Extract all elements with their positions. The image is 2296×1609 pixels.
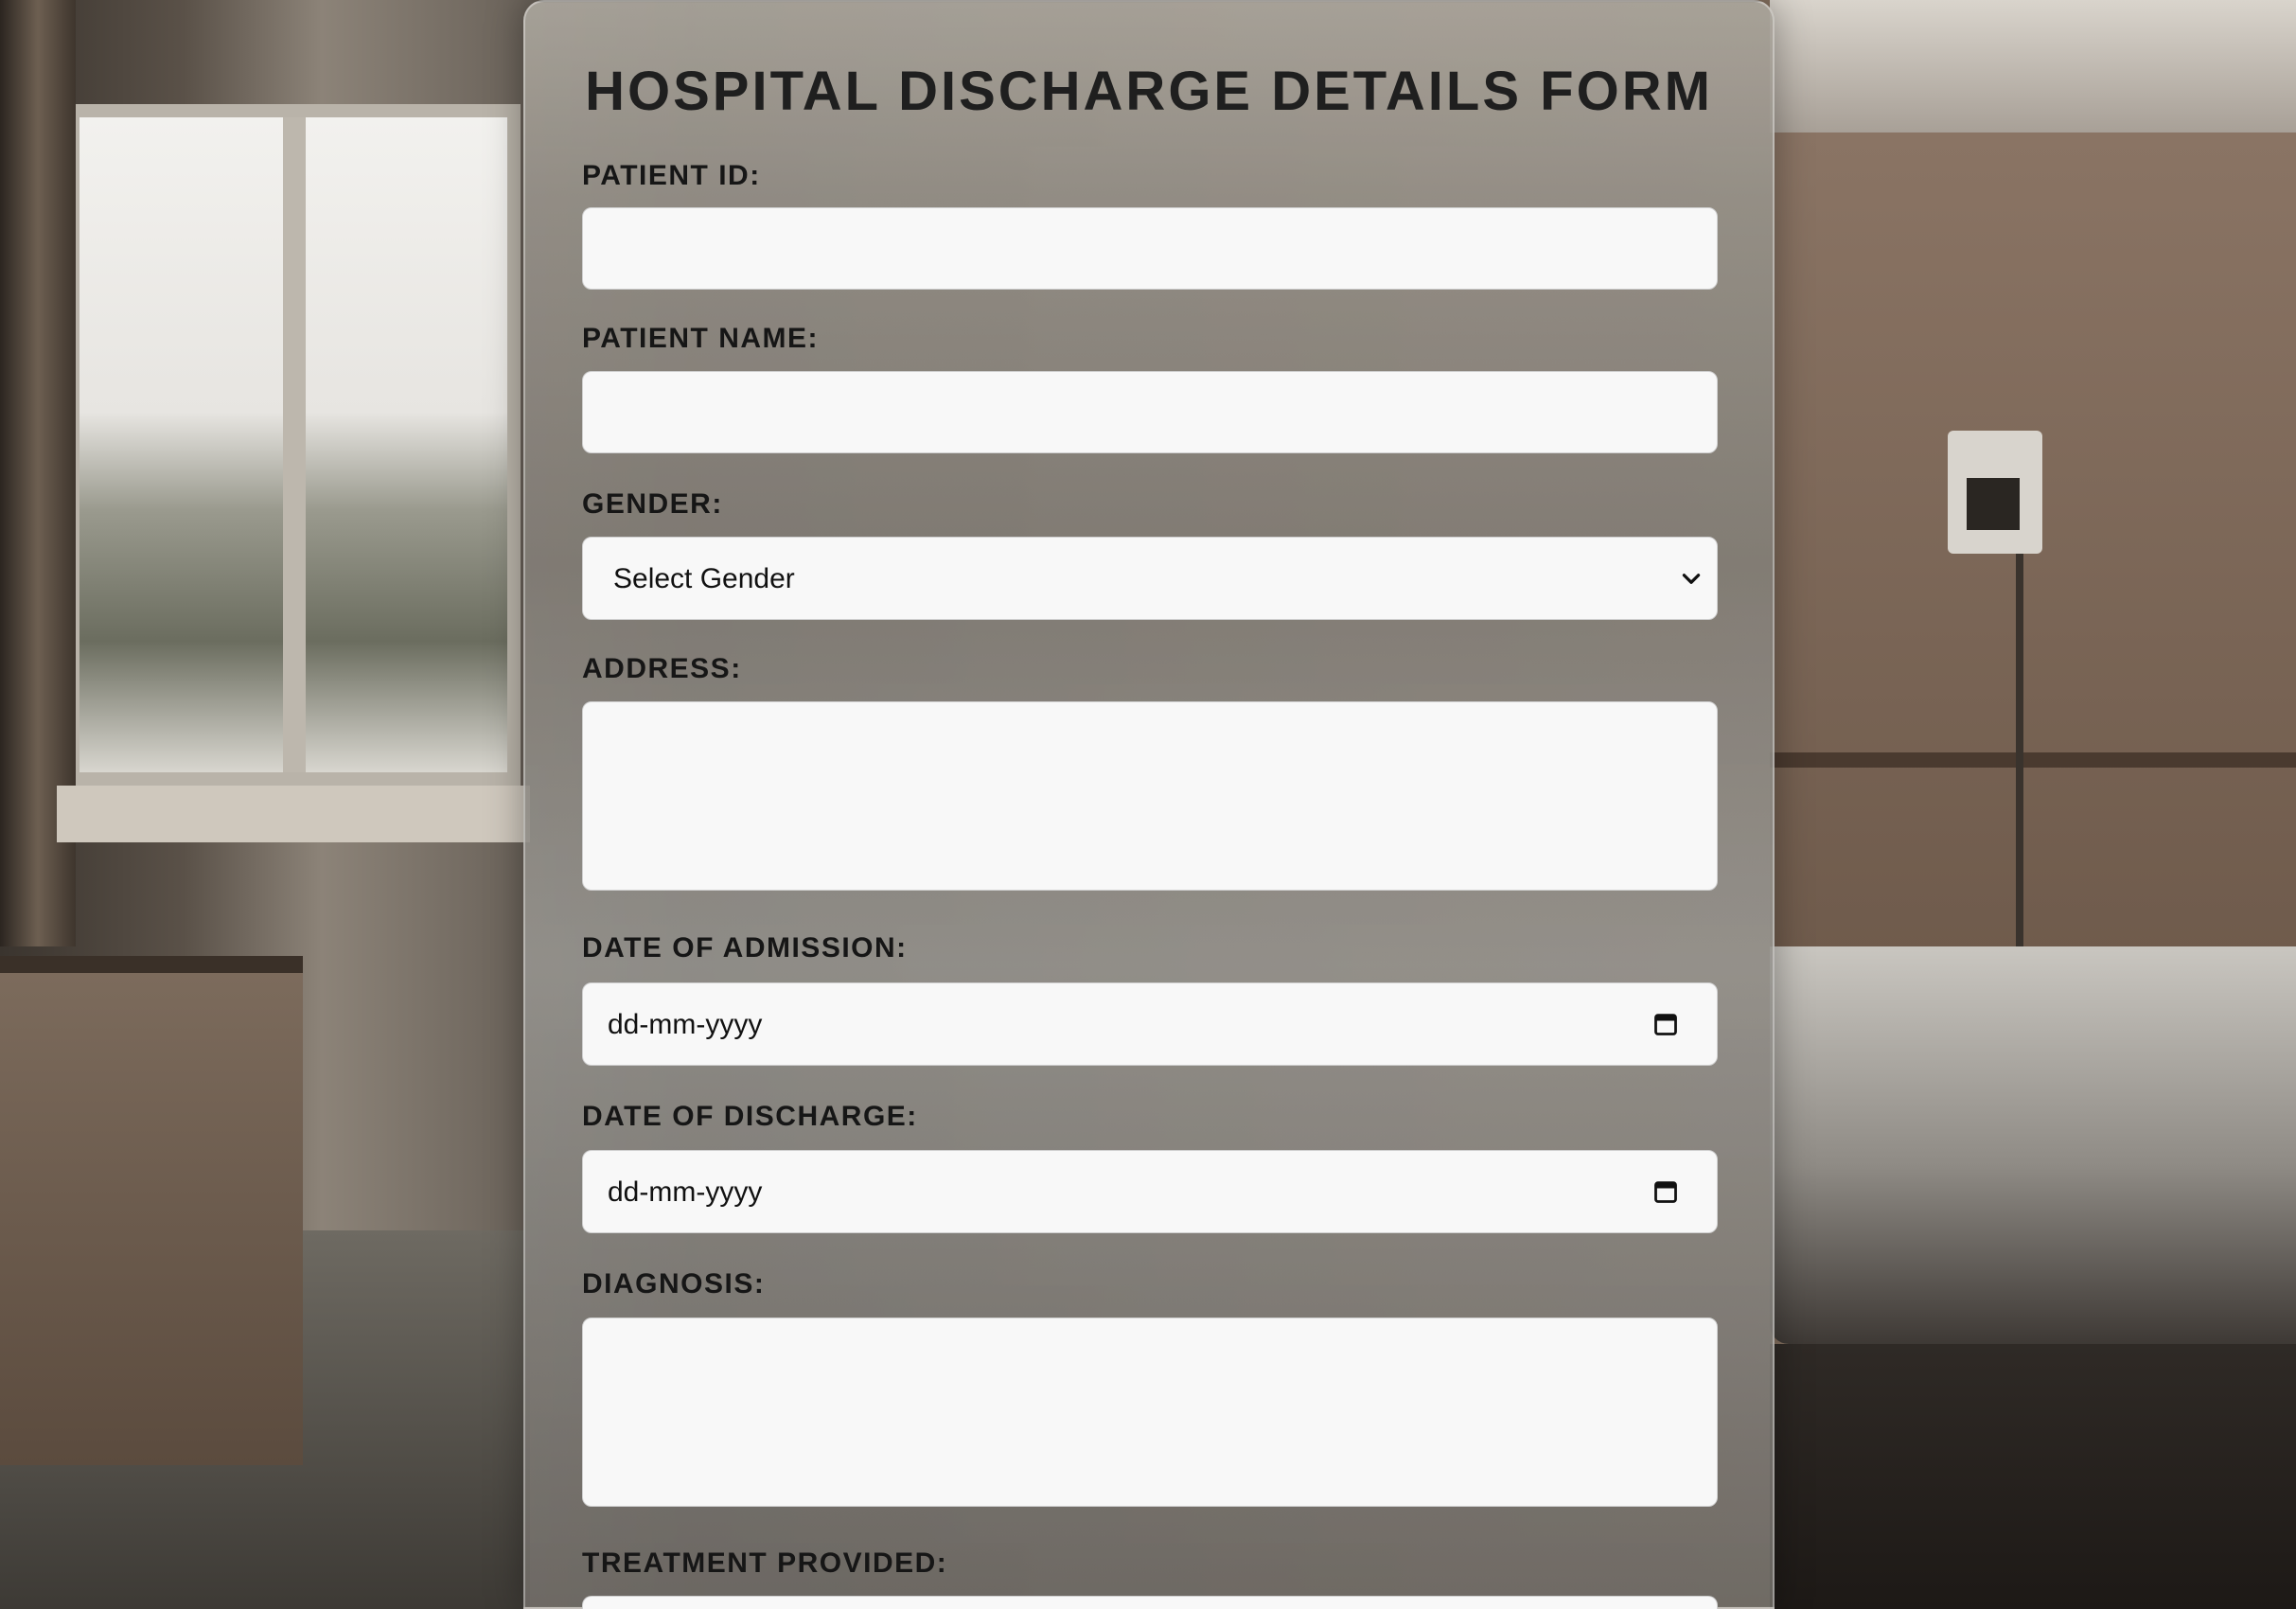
room-window — [66, 104, 521, 786]
gender-select[interactable]: Select Gender — [582, 537, 1718, 620]
calendar-icon[interactable] — [1652, 1010, 1679, 1038]
diagnosis-textarea[interactable] — [582, 1317, 1718, 1507]
medical-monitor — [1948, 431, 2042, 554]
address-label: ADDRESS: — [582, 653, 742, 684]
gender-label: GENDER: — [582, 488, 723, 520]
date-of-admission-label: DATE OF ADMISSION: — [582, 932, 908, 964]
diagnosis-label: DIAGNOSIS: — [582, 1268, 766, 1300]
window-sill — [57, 786, 530, 842]
patient-id-label: PATIENT ID: — [582, 160, 761, 191]
date-of-discharge-label: DATE OF DISCHARGE: — [582, 1101, 918, 1132]
date-of-admission-placeholder: dd-mm-yyyy — [608, 1009, 763, 1040]
room-wall — [1770, 133, 2296, 984]
wall-rail — [1770, 752, 2296, 768]
discharge-form: HOSPITAL DISCHARGE DETAILS FORM PATIENT … — [523, 0, 1775, 1609]
patient-id-input[interactable] — [582, 207, 1718, 290]
calendar-icon[interactable] — [1652, 1177, 1679, 1206]
iv-pole — [2016, 554, 2023, 951]
patient-name-input[interactable] — [582, 371, 1718, 453]
patient-name-label: PATIENT NAME: — [582, 323, 820, 354]
hospital-bed — [1770, 946, 2296, 1344]
gender-selected-value: Select Gender — [613, 563, 795, 594]
bed-base — [1770, 1344, 2296, 1609]
date-of-discharge-placeholder: dd-mm-yyyy — [608, 1176, 763, 1208]
form-title: HOSPITAL DISCHARGE DETAILS FORM — [585, 61, 1713, 122]
bedside-cabinet — [0, 956, 303, 1465]
treatment-provided-label: TREATMENT PROVIDED: — [582, 1547, 948, 1579]
ceiling-tiles — [1770, 0, 2296, 133]
date-of-admission-input[interactable]: dd-mm-yyyy — [582, 982, 1718, 1066]
chevron-down-icon — [1682, 574, 1701, 584]
address-textarea[interactable] — [582, 701, 1718, 891]
date-of-discharge-input[interactable]: dd-mm-yyyy — [582, 1150, 1718, 1233]
treatment-provided-textarea[interactable] — [582, 1596, 1718, 1609]
